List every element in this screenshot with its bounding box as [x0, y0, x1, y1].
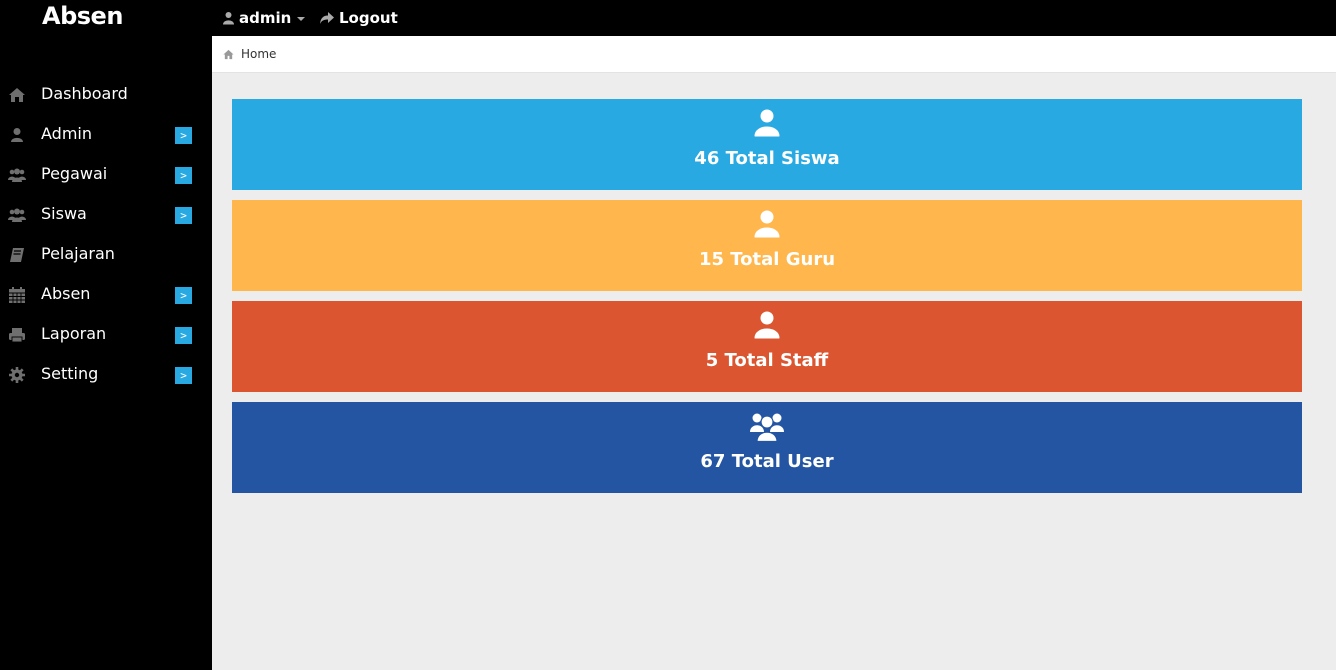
gear-icon [8, 366, 26, 384]
stat-panel-guru: 15 Total Guru [232, 200, 1302, 291]
expand-arrow-button[interactable]: > [175, 207, 192, 224]
sidebar-item-label: Dashboard [41, 84, 128, 103]
logout-link[interactable]: Logout [319, 7, 398, 29]
share-icon [320, 12, 334, 24]
user-icon [223, 12, 234, 25]
user-icon [754, 109, 780, 137]
sidebar-menu: Dashboard Admin > Pegawai > Siswa > Pela… [0, 75, 212, 395]
sidebar: Absen Dashboard Admin > Pegawai > Siswa … [0, 0, 212, 670]
expand-arrow-button[interactable]: > [175, 127, 192, 144]
stat-panel-siswa: 46 Total Siswa [232, 99, 1302, 190]
sidebar-item-label: Admin [41, 124, 92, 143]
users-icon [750, 413, 784, 442]
sidebar-item-label: Pelajaran [41, 244, 115, 263]
breadcrumb-home[interactable]: Home [241, 47, 276, 61]
users-icon [8, 206, 26, 224]
user-icon [754, 210, 780, 238]
logout-label: Logout [339, 9, 398, 27]
users-icon [8, 166, 26, 184]
calendar-icon [8, 286, 26, 304]
expand-arrow-button[interactable]: > [175, 287, 192, 304]
stat-text: 5 Total Staff [705, 350, 829, 371]
app-brand[interactable]: Absen [42, 2, 123, 30]
stat-text: 15 Total Guru [698, 249, 836, 270]
top-navbar: admin Logout [212, 0, 1336, 36]
sidebar-item-laporan[interactable]: Laporan > [0, 315, 212, 355]
sidebar-item-setting[interactable]: Setting > [0, 355, 212, 395]
sidebar-item-dashboard[interactable]: Dashboard [0, 75, 212, 115]
sidebar-item-label: Siswa [41, 204, 87, 223]
sidebar-item-label: Laporan [41, 324, 107, 343]
user-name: admin [239, 9, 292, 27]
stat-panel-staff: 5 Total Staff [232, 301, 1302, 392]
stat-panel-user: 67 Total User [232, 402, 1302, 493]
stat-text: 67 Total User [700, 451, 834, 472]
sidebar-item-label: Pegawai [41, 164, 108, 183]
sidebar-item-admin[interactable]: Admin > [0, 115, 212, 155]
home-icon [223, 49, 234, 59]
stat-text: 46 Total Siswa [694, 148, 840, 169]
sidebar-item-absen[interactable]: Absen > [0, 275, 212, 315]
sidebar-item-label: Absen [41, 284, 91, 303]
home-icon [8, 86, 26, 104]
user-menu-dropdown[interactable]: admin [222, 7, 306, 29]
user-icon [8, 126, 26, 144]
sidebar-item-pegawai[interactable]: Pegawai > [0, 155, 212, 195]
breadcrumb: Home [212, 36, 1336, 73]
expand-arrow-button[interactable]: > [175, 327, 192, 344]
book-icon [8, 246, 26, 264]
user-icon [754, 311, 780, 339]
sidebar-item-siswa[interactable]: Siswa > [0, 195, 212, 235]
expand-arrow-button[interactable]: > [175, 367, 192, 384]
sidebar-item-pelajaran[interactable]: Pelajaran [0, 235, 212, 275]
expand-arrow-button[interactable]: > [175, 167, 192, 184]
print-icon [8, 326, 26, 344]
sidebar-item-label: Setting [41, 364, 99, 383]
caret-down-icon [297, 16, 306, 21]
